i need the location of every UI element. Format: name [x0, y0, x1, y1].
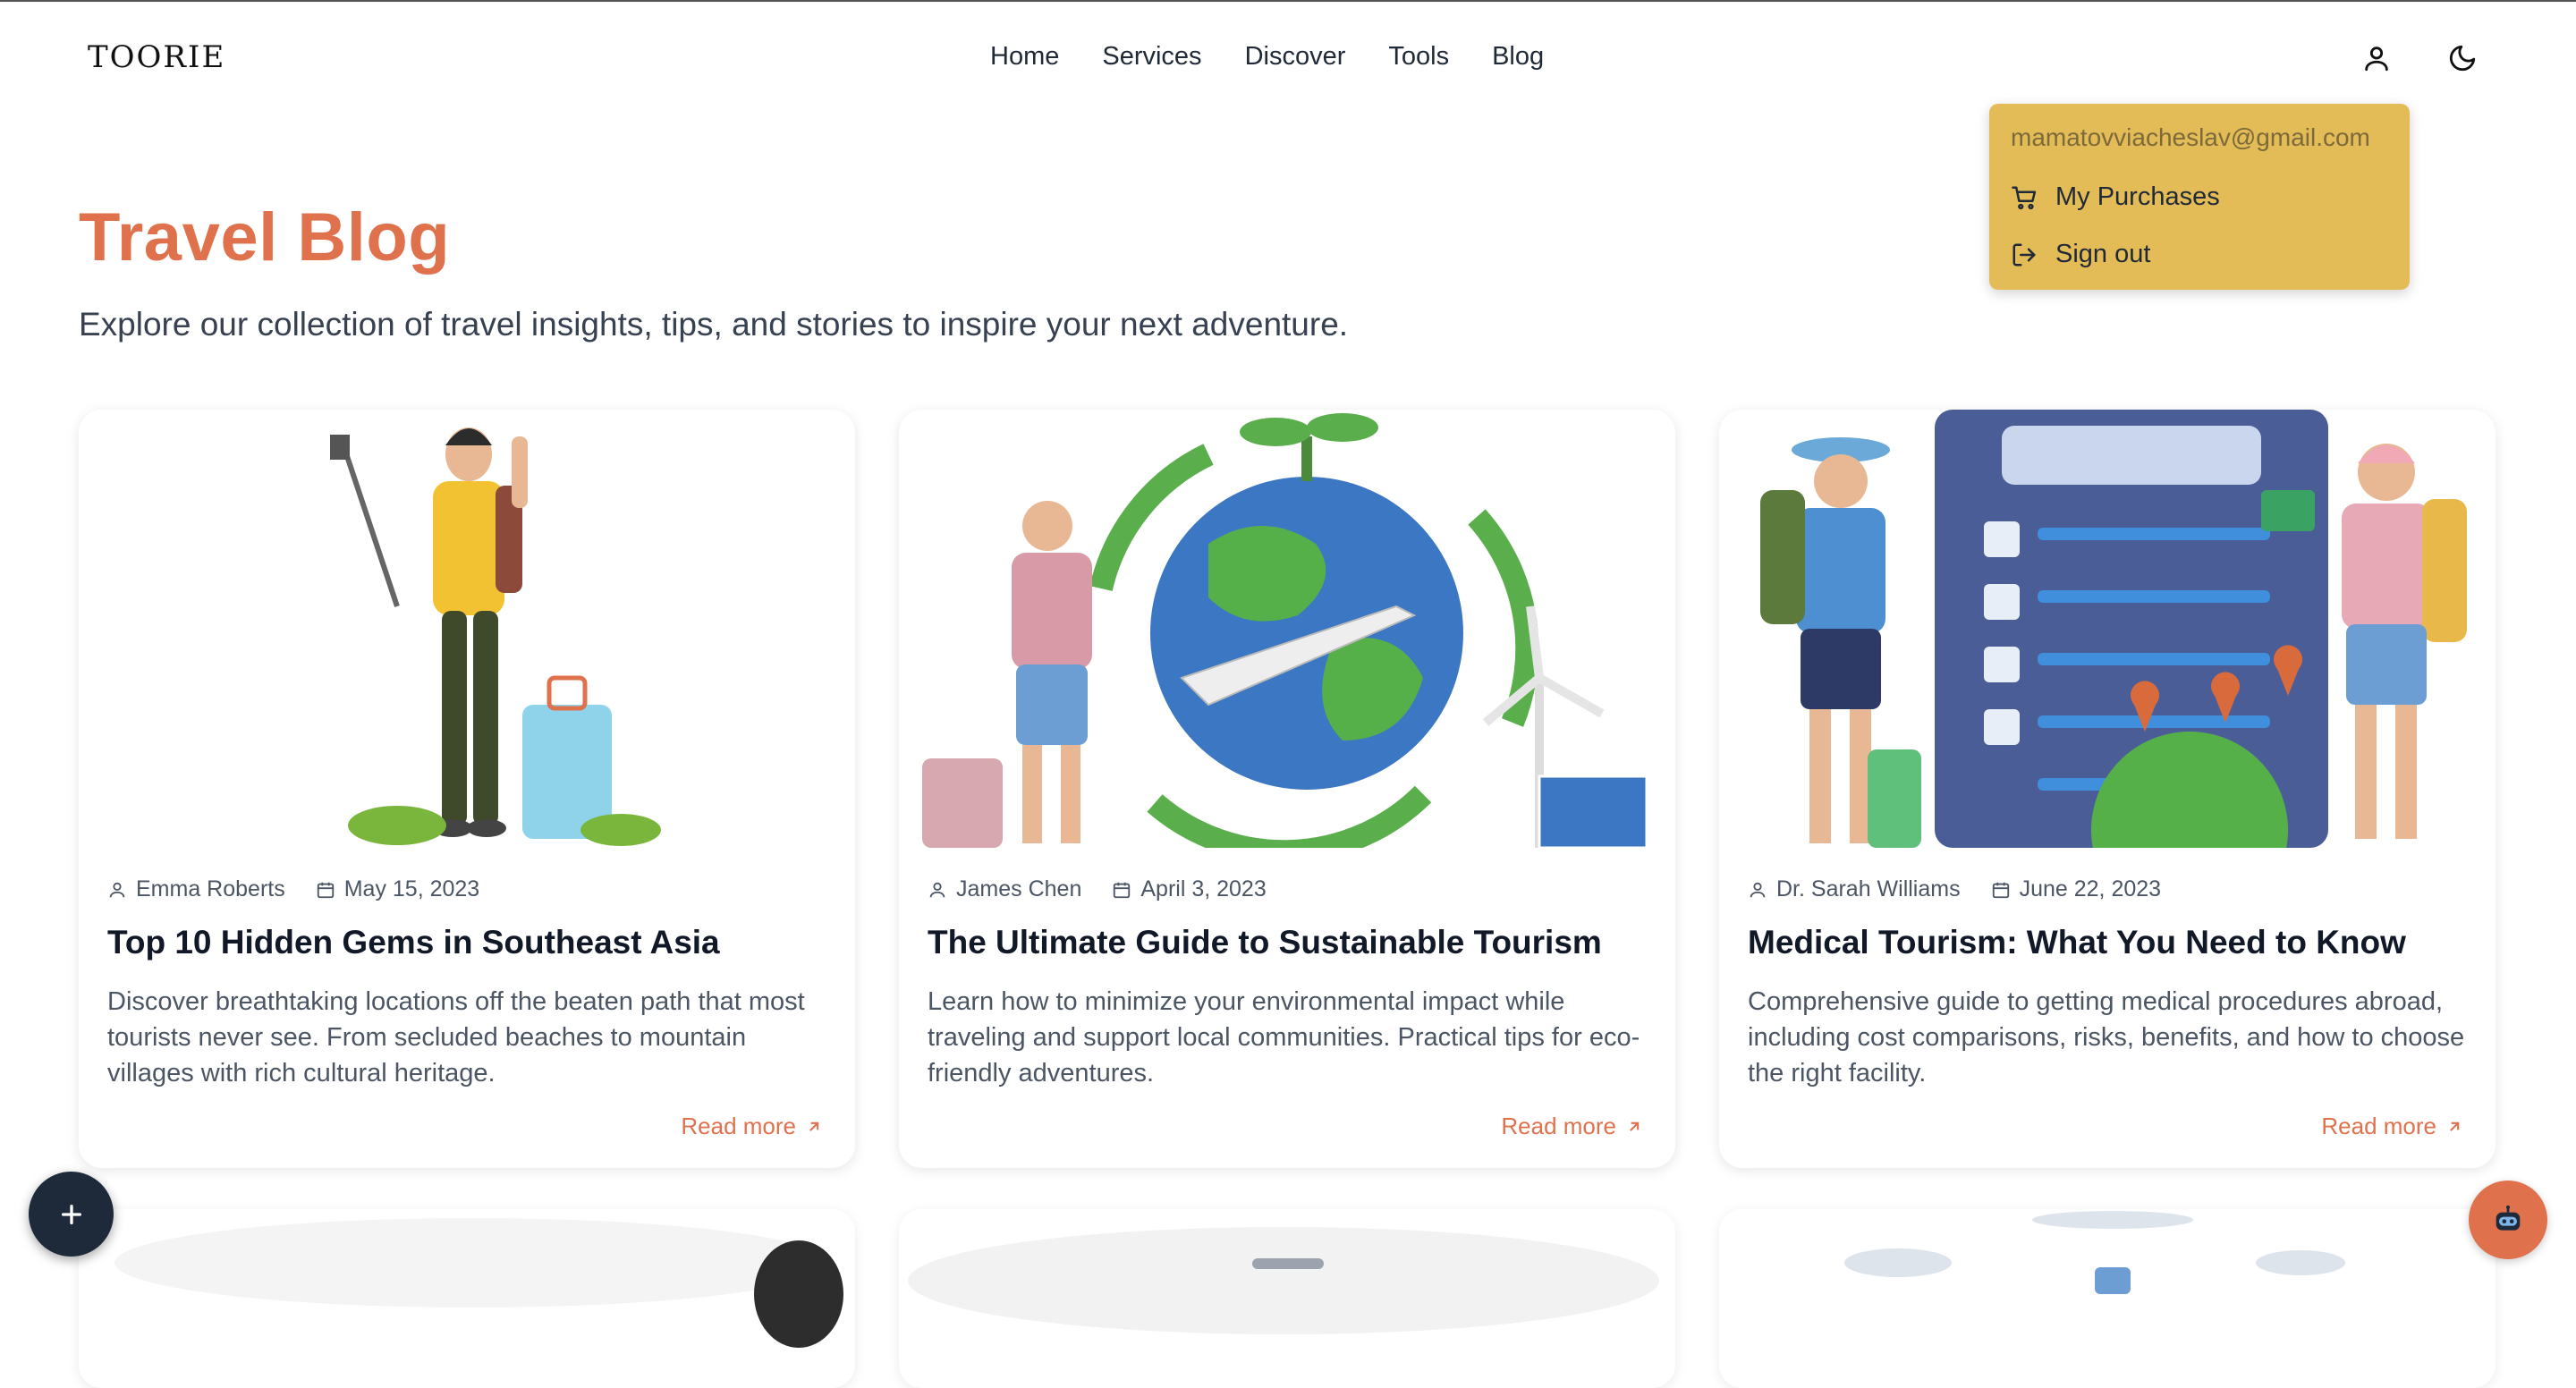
blog-card[interactable]: James Chen April 3, 2023 The Ultimate Gu… — [899, 410, 1675, 1168]
post-author: Emma Roberts — [136, 876, 285, 901]
post-meta: James Chen April 3, 2023 — [928, 876, 1267, 902]
calendar-icon — [1114, 882, 1131, 898]
read-more-label: Read more — [2321, 1113, 2436, 1139]
add-button[interactable] — [29, 1172, 114, 1257]
drag-handle[interactable] — [1252, 1258, 1324, 1269]
read-more-label: Read more — [681, 1113, 796, 1139]
my-purchases-label: My Purchases — [2055, 182, 2220, 211]
blog-card-partial[interactable] — [79, 1209, 855, 1388]
blog-card[interactable]: Dr. Sarah Williams June 22, 2023 Medical… — [1719, 410, 2496, 1168]
read-more-link[interactable]: Read more — [2321, 1113, 2463, 1140]
post-title[interactable]: The Ultimate Guide to Sustainable Touris… — [928, 924, 1652, 961]
post-description: Comprehensive guide to getting medical p… — [1748, 987, 2465, 1088]
post-meta: Dr. Sarah Williams June 22, 2023 — [1748, 876, 2161, 902]
arrow-up-right-icon — [809, 1121, 819, 1131]
read-more-label: Read more — [1501, 1113, 1616, 1139]
cart-icon — [2012, 186, 2037, 209]
account-dropdown: mamatovviacheslav@gmail.com My Purchases… — [1989, 104, 2410, 290]
post-description: Learn how to minimize your environmental… — [928, 987, 1640, 1088]
moon-icon[interactable] — [2447, 43, 2478, 73]
my-purchases-item[interactable]: My Purchases — [2011, 182, 2220, 212]
post-meta: Emma Roberts May 15, 2023 — [107, 876, 479, 902]
page-title: Travel Blog — [79, 199, 451, 275]
card-image — [102, 410, 832, 848]
calendar-icon — [317, 882, 334, 898]
read-more-link[interactable]: Read more — [681, 1113, 823, 1140]
post-author: Dr. Sarah Williams — [1776, 876, 1961, 901]
robot-icon — [2496, 1205, 2521, 1231]
calendar-icon — [1992, 882, 2009, 898]
post-date: June 22, 2023 — [2019, 876, 2162, 901]
nav-tools[interactable]: Tools — [1388, 42, 1449, 72]
main-nav: Home Services Discover Tools Blog — [990, 42, 1544, 72]
arrow-up-right-icon — [1630, 1121, 1640, 1131]
page-subtitle: Explore our collection of travel insight… — [79, 306, 1349, 343]
post-date: May 15, 2023 — [343, 876, 480, 901]
account-email: mamatovviacheslav@gmail.com — [2011, 123, 2370, 151]
read-more-link[interactable]: Read more — [1501, 1113, 1643, 1140]
brand-logo[interactable]: TOORIE — [88, 39, 225, 75]
user-icon — [109, 882, 125, 897]
card-image — [922, 410, 1652, 848]
plus-icon — [61, 1204, 81, 1224]
post-date: April 3, 2023 — [1140, 876, 1267, 901]
post-description: Discover breathtaking locations off the … — [107, 987, 805, 1088]
nav-discover[interactable]: Discover — [1245, 42, 1346, 72]
sign-out-item[interactable]: Sign out — [2011, 240, 2150, 269]
blog-card-partial[interactable] — [1719, 1209, 2496, 1388]
user-icon[interactable] — [2361, 43, 2392, 73]
chat-assistant-button[interactable] — [2469, 1181, 2547, 1259]
post-title[interactable]: Top 10 Hidden Gems in Southeast Asia — [107, 924, 832, 961]
post-author: James Chen — [956, 876, 1082, 901]
nav-home[interactable]: Home — [990, 42, 1059, 72]
card-image — [1742, 410, 2472, 848]
user-icon — [1750, 882, 1766, 897]
blog-card[interactable]: Emma Roberts May 15, 2023 Top 10 Hidden … — [79, 410, 855, 1168]
sign-out-icon — [2012, 243, 2036, 266]
nav-services[interactable]: Services — [1102, 42, 1201, 72]
arrow-up-right-icon — [2450, 1121, 2460, 1131]
post-title[interactable]: Medical Tourism: What You Need to Know — [1748, 924, 2472, 961]
blog-card-partial[interactable] — [899, 1209, 1675, 1388]
nav-blog[interactable]: Blog — [1492, 42, 1544, 72]
user-icon — [929, 882, 945, 897]
sign-out-label: Sign out — [2055, 240, 2151, 268]
